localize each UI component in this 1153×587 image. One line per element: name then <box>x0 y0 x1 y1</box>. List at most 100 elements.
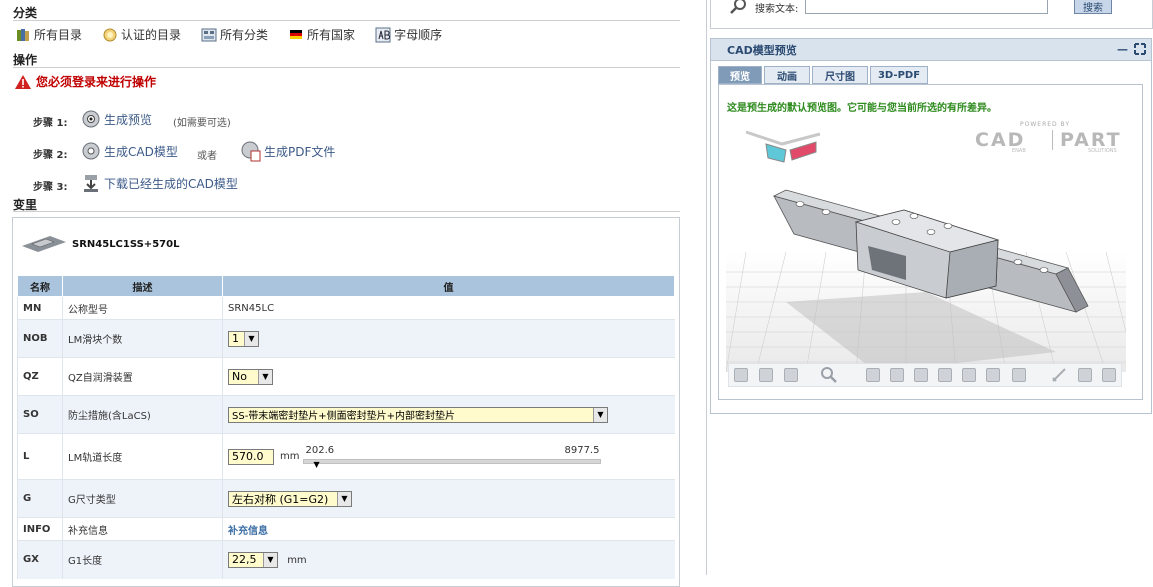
divider <box>13 67 680 68</box>
flag-icon <box>290 29 303 39</box>
nob-select[interactable]: 1 ▼ <box>228 330 259 347</box>
view-right-icon[interactable] <box>938 368 952 382</box>
3d-glasses-icon <box>745 130 821 163</box>
g1-unit: mm <box>287 555 307 567</box>
minimize-icon[interactable]: — <box>1117 43 1128 56</box>
g1-length-select[interactable]: 22,5 ▼ <box>228 551 278 568</box>
row-value: SRN45LC <box>222 296 675 320</box>
search-button[interactable]: 搜索 <box>1074 0 1112 14</box>
download-cad-link[interactable]: 下载已经生成的CAD模型 <box>80 172 238 194</box>
view-back-icon[interactable] <box>962 368 976 382</box>
slider-min: 202.6 <box>305 444 335 456</box>
tab-3d-pdf[interactable]: 3D-PDF <box>870 66 928 84</box>
tab-animation[interactable]: 动画 <box>764 66 810 84</box>
dropdown-arrow-icon: ▼ <box>337 491 351 506</box>
length-slider[interactable]: 202.6 8977.5 ▼ <box>303 444 602 469</box>
right-divider <box>706 0 707 575</box>
row-value: 22,5 ▼ mm <box>222 540 675 579</box>
view-side-icon[interactable] <box>784 368 798 382</box>
gear-eye-icon <box>82 110 100 128</box>
table-row: SO 防尘措施(含LaCS) SS-带末端密封垫片+侧面密封垫片+内部密封垫片 ▼ <box>17 395 675 434</box>
step3-label: 步骤 3: <box>33 182 68 193</box>
login-warning: 您必须登录来进行操作 <box>14 73 156 90</box>
view-persp-icon[interactable] <box>986 368 1000 382</box>
divider <box>13 20 680 21</box>
zoom-icon[interactable] <box>820 366 838 384</box>
nav-all-catalogs[interactable]: 所有目录 <box>15 26 82 43</box>
view-iso-icon[interactable] <box>759 368 773 382</box>
view-front-icon[interactable] <box>734 368 748 382</box>
generate-cad-link[interactable]: 生成CAD模型 <box>80 140 178 162</box>
settings-icon[interactable] <box>1102 368 1116 382</box>
row-value: No ▼ <box>222 357 675 396</box>
search-input[interactable] <box>805 0 1048 14</box>
slider-max: 8977.5 <box>564 444 600 456</box>
search-icon <box>730 0 746 14</box>
dropdown-arrow-icon: ▼ <box>258 369 272 384</box>
product-header: SRN45LC1SS+570L <box>20 232 179 256</box>
dropdown-arrow-icon: ▼ <box>244 331 258 346</box>
export-icon[interactable] <box>1078 368 1092 382</box>
cad-3d-model-image <box>726 189 1126 373</box>
table-row: INFO 补充信息 补充信息 <box>17 517 675 541</box>
books-icon <box>17 28 29 41</box>
row-key: QZ <box>17 357 63 396</box>
table-row: GX G1长度 22,5 ▼ mm <box>17 540 675 579</box>
row-value: 左右对称 (G1=G2) ▼ <box>222 479 675 518</box>
generate-pdf-link[interactable]: 生成PDF文件 <box>240 140 335 162</box>
table-row: NOB LM滑块个数 1 ▼ <box>17 319 675 358</box>
table-row: L LM轨道长度 570.0 mm 202.6 8977.5 ▼ <box>17 433 675 480</box>
logo-powered-by: POWERED BY <box>1020 121 1071 128</box>
so-select[interactable]: SS-带末端密封垫片+侧面密封垫片+内部密封垫片 ▼ <box>228 406 608 423</box>
view-bottom-icon[interactable] <box>890 368 904 382</box>
row-key: L <box>17 433 63 480</box>
info-link[interactable]: 补充信息 <box>228 526 268 537</box>
view-reset-icon[interactable] <box>1012 368 1026 382</box>
step2-or: 或者 <box>197 151 217 162</box>
slider-thumb[interactable]: ▼ <box>313 460 319 469</box>
row-value: SS-带末端密封垫片+侧面密封垫片+内部密封垫片 ▼ <box>222 395 675 434</box>
row-key: NOB <box>17 319 63 358</box>
logo-sub-left: ENAB <box>1012 148 1026 154</box>
g-type-select[interactable]: 左右对称 (G1=G2) ▼ <box>228 490 352 507</box>
product-name: SRN45LC1SS+570L <box>72 238 180 250</box>
nav-certified-catalogs[interactable]: 认证的目录 <box>102 26 181 43</box>
row-desc: G尺寸类型 <box>62 479 223 518</box>
view-top-icon[interactable] <box>866 368 880 382</box>
qz-select[interactable]: No ▼ <box>228 368 273 385</box>
table-row: G G尺寸类型 左右对称 (G1=G2) ▼ <box>17 479 675 518</box>
row-value: 补充信息 <box>222 517 675 541</box>
row-key: G <box>17 479 63 518</box>
row-desc: LM滑块个数 <box>62 319 223 358</box>
divider <box>13 211 680 212</box>
row-key: MN <box>17 296 63 320</box>
section-title-actions: 操作 <box>13 53 38 67</box>
variant-table: 名称 描述 值 MN 公称型号 SRN45LC NOB LM滑块个数 1 ▼ QZ… <box>17 275 675 579</box>
certified-icon <box>103 28 117 41</box>
row-desc: G1长度 <box>62 540 223 579</box>
alphabet-icon <box>375 27 391 42</box>
column-header: 描述 <box>62 275 223 297</box>
slider-track <box>303 458 602 464</box>
section-title-category: 分类 <box>13 6 38 20</box>
categories-icon <box>201 28 217 41</box>
linear-guide-thumbnail <box>22 236 66 252</box>
table-row: QZ QZ自润滑装置 No ▼ <box>17 357 675 396</box>
tab-preview[interactable]: 预览 <box>718 66 762 84</box>
catalog-nav: 所有目录 认证的目录 所有分类 所有国家 字母顺序 <box>15 26 462 43</box>
row-key: GX <box>17 540 63 579</box>
row-desc: LM轨道长度 <box>62 433 223 480</box>
nav-all-categories[interactable]: 所有分类 <box>201 26 268 43</box>
tab-dimension-drawing[interactable]: 尺寸图 <box>812 66 868 84</box>
nav-all-countries[interactable]: 所有国家 <box>288 26 355 43</box>
row-desc: QZ自润滑装置 <box>62 357 223 396</box>
view-left-icon[interactable] <box>914 368 928 382</box>
measure-icon[interactable] <box>1050 366 1068 384</box>
nav-alphabetical[interactable]: 字母顺序 <box>375 26 442 43</box>
gear-icon <box>82 142 100 160</box>
generate-preview-link[interactable]: 生成预览 <box>80 108 152 130</box>
column-header: 名称 <box>17 275 63 297</box>
length-input[interactable]: 570.0 <box>228 448 274 465</box>
maximize-icon[interactable] <box>1134 43 1146 55</box>
cad-panel-title: CAD模型预览 <box>711 39 1151 61</box>
